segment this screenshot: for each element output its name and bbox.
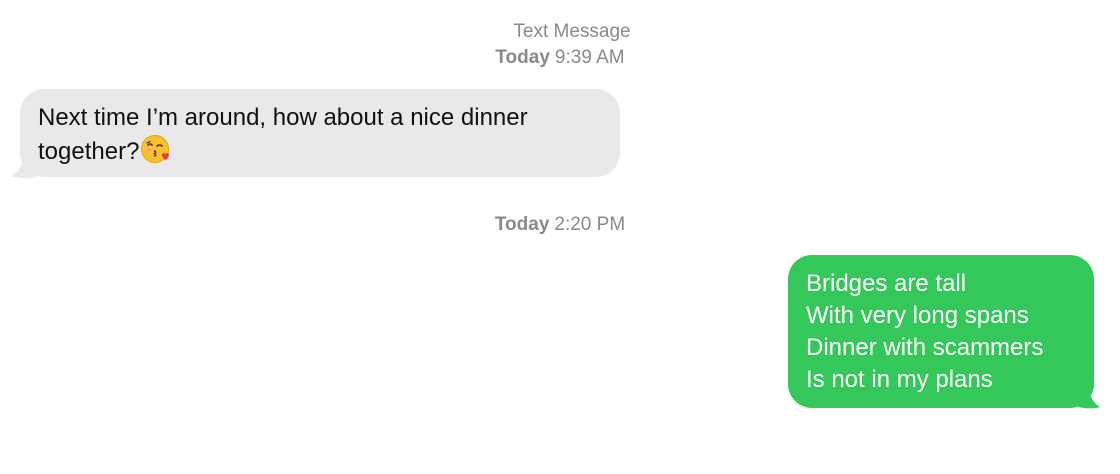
message-bubble-outgoing[interactable]: Bridges are tall With very long spans Di… — [788, 255, 1094, 408]
message-thread: Text Message Today 9:39 AM Next time I’m … — [0, 0, 1120, 474]
incoming-message[interactable]: Next time I’m around, how about a nice d… — [12, 89, 622, 181]
message-line: together? — [38, 138, 140, 165]
service-label: Text Message — [513, 21, 631, 42]
message-line: With very long spans — [806, 302, 1029, 329]
message-line-with-emoji: together? — [38, 134, 602, 173]
timestamp-day: Today — [495, 47, 550, 68]
outgoing-message[interactable]: Bridges are tall With very long spans Di… — [786, 255, 1106, 411]
message-line: Next time I’m around, how about a nice d… — [38, 104, 528, 131]
timestamp: Today 9:39 AM — [0, 47, 1120, 69]
message-line: Bridges are tall — [806, 270, 967, 297]
message-line: Is not in my plans — [806, 366, 993, 393]
timestamp-time: 9:39 AM — [554, 47, 625, 68]
timestamp: Today 2:20 PM — [0, 214, 1120, 236]
message-bubble-incoming[interactable]: Next time I’m around, how about a nice d… — [20, 89, 620, 177]
message-line: Dinner with scammers — [806, 334, 1044, 361]
timestamp-time: 2:20 PM — [554, 214, 626, 235]
face-blowing-a-kiss-icon — [140, 134, 170, 173]
timestamp-day: Today — [494, 214, 550, 235]
